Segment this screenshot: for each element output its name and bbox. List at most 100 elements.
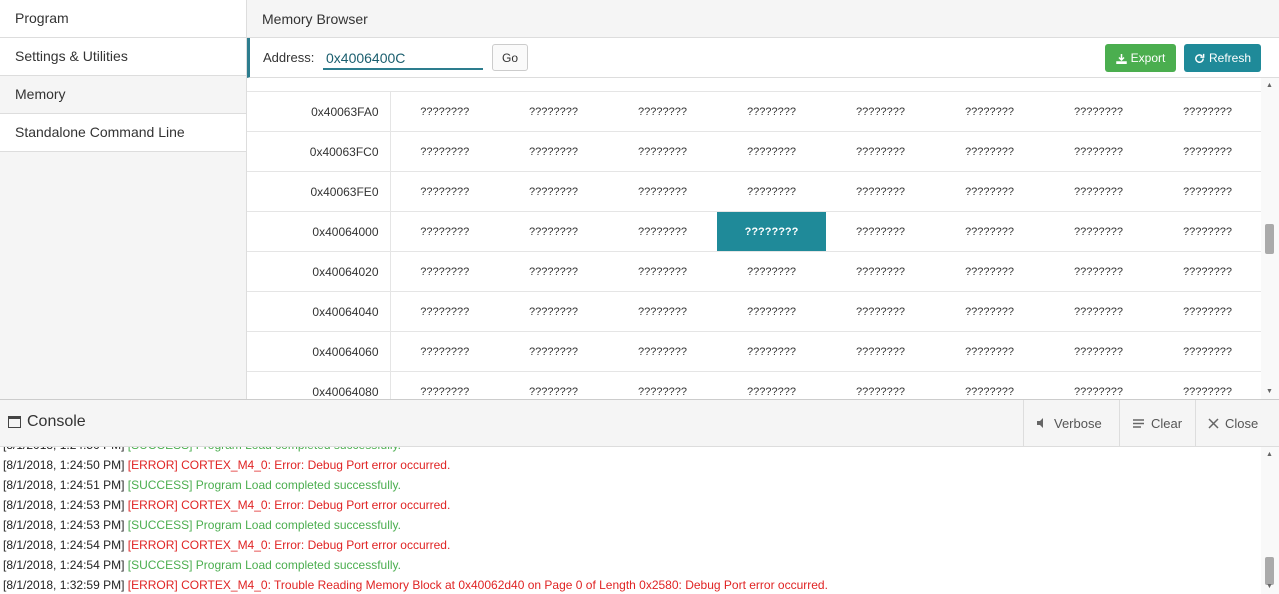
- memory-cell[interactable]: ????????: [935, 371, 1044, 399]
- verbose-label: Verbose: [1054, 415, 1102, 431]
- memory-cell[interactable]: ????????: [390, 331, 499, 372]
- memory-cell[interactable]: ????????: [1153, 211, 1262, 252]
- memory-cell[interactable]: ????????: [1153, 251, 1262, 292]
- memory-scrollbar[interactable]: ▲ ▼: [1261, 78, 1279, 399]
- memory-cell[interactable]: ????????: [826, 251, 935, 292]
- export-icon: [1115, 53, 1127, 64]
- memory-cell[interactable]: ????????: [390, 291, 499, 332]
- memory-cell[interactable]: ????????: [1044, 371, 1153, 399]
- memory-cell[interactable]: ????????: [499, 171, 608, 212]
- memory-cell[interactable]: ????????: [717, 91, 826, 132]
- memory-cell[interactable]: ????????: [1044, 171, 1153, 212]
- memory-cell[interactable]: ????????: [935, 291, 1044, 332]
- memory-cell[interactable]: ????????: [1044, 91, 1153, 132]
- memory-cell[interactable]: ????????: [1153, 331, 1262, 372]
- memory-cell[interactable]: ????????: [717, 131, 826, 172]
- memory-cell[interactable]: ????????: [1153, 171, 1262, 212]
- log-timestamp: [8/1/2018, 1:24:54 PM]: [3, 538, 125, 552]
- memory-cell[interactable]: ????????: [717, 211, 826, 252]
- log-message: [ERROR] CORTEX_M4_0: Error: Debug Port e…: [127, 458, 451, 472]
- log-message: [SUCCESS] Program Load completed success…: [128, 447, 401, 452]
- memory-cell[interactable]: ????????: [608, 171, 717, 212]
- console-scroll-thumb[interactable]: [1265, 557, 1274, 585]
- memory-browser-panel: Memory Browser Address: Go Export Refres…: [247, 0, 1279, 399]
- address-input[interactable]: [323, 48, 483, 70]
- memory-cell[interactable]: ????????: [935, 211, 1044, 252]
- memory-cell[interactable]: ????????: [826, 211, 935, 252]
- export-label: Export: [1130, 51, 1166, 65]
- memory-cell[interactable]: ????????: [1153, 131, 1262, 172]
- memory-cell[interactable]: ????????: [826, 131, 935, 172]
- memory-cell[interactable]: ????????: [499, 251, 608, 292]
- memory-cell[interactable]: ????????: [1044, 251, 1153, 292]
- sidebar-item-program[interactable]: Program: [0, 0, 246, 38]
- memory-cell[interactable]: ????????: [608, 251, 717, 292]
- refresh-button[interactable]: Refresh: [1184, 44, 1261, 72]
- close-button[interactable]: Close: [1195, 400, 1279, 446]
- memory-cell[interactable]: ????????: [499, 291, 608, 332]
- log-line: [8/1/2018, 1:24:50 PM] [SUCCESS] Program…: [3, 447, 828, 455]
- memory-cell[interactable]: ????????: [717, 171, 826, 212]
- memory-cell[interactable]: ????????: [499, 331, 608, 372]
- memory-cell[interactable]: ????????: [499, 91, 608, 132]
- memory-cell[interactable]: ????????: [1044, 331, 1153, 372]
- memory-cell[interactable]: ????????: [390, 251, 499, 292]
- memory-cell[interactable]: ????????: [935, 131, 1044, 172]
- memory-row: 0x40064000??????????????????????????????…: [247, 211, 1262, 252]
- sidebar-item-standalone-command-line[interactable]: Standalone Command Line: [0, 114, 246, 152]
- memory-cell[interactable]: ????????: [935, 251, 1044, 292]
- memory-toolbar: Address: Go Export Refresh: [247, 38, 1279, 78]
- sidebar-item-settings-utilities[interactable]: Settings & Utilities: [0, 38, 246, 76]
- console-header: Console Verbose Clear Close: [0, 400, 1279, 447]
- memory-cell[interactable]: ????????: [390, 131, 499, 172]
- memory-cell[interactable]: ????????: [717, 251, 826, 292]
- memory-cell[interactable]: ????????: [499, 131, 608, 172]
- memory-cell[interactable]: ????????: [717, 371, 826, 399]
- memory-cell[interactable]: ????????: [717, 331, 826, 372]
- memory-cell[interactable]: ????????: [826, 91, 935, 132]
- memory-cell[interactable]: ????????: [390, 211, 499, 252]
- memory-cell[interactable]: ????????: [1044, 131, 1153, 172]
- memory-cell[interactable]: ????????: [1153, 371, 1262, 399]
- memory-cell[interactable]: ????????: [826, 371, 935, 399]
- memory-cell[interactable]: ????????: [1153, 291, 1262, 332]
- memory-cell[interactable]: ????????: [1044, 291, 1153, 332]
- verbose-button[interactable]: Verbose: [1023, 400, 1119, 446]
- memory-cell[interactable]: ????????: [1044, 211, 1153, 252]
- clear-button[interactable]: Clear: [1119, 400, 1195, 446]
- memory-cell[interactable]: ????????: [608, 131, 717, 172]
- memory-cell[interactable]: ????????: [826, 331, 935, 372]
- memory-row: 0x40064040??????????????????????????????…: [247, 291, 1262, 332]
- memory-cell[interactable]: ????????: [826, 171, 935, 212]
- memory-cell[interactable]: ????????: [1153, 91, 1262, 132]
- sidebar-item-memory[interactable]: Memory: [0, 76, 246, 114]
- scroll-up-icon[interactable]: ▲: [1266, 82, 1273, 89]
- memory-cell[interactable]: ????????: [826, 291, 935, 332]
- console-scrollbar[interactable]: ▲ ▼: [1261, 447, 1279, 594]
- scroll-down-icon[interactable]: ▼: [1266, 583, 1273, 590]
- memory-cell[interactable]: ????????: [608, 91, 717, 132]
- go-button[interactable]: Go: [492, 44, 528, 71]
- memory-cell[interactable]: ????????: [390, 371, 499, 399]
- memory-cell[interactable]: ????????: [390, 91, 499, 132]
- memory-cell[interactable]: ????????: [608, 211, 717, 252]
- memory-cell[interactable]: ????????: [717, 291, 826, 332]
- export-button[interactable]: Export: [1105, 44, 1176, 72]
- memory-cell[interactable]: ????????: [390, 171, 499, 212]
- memory-cell[interactable]: ????????: [608, 331, 717, 372]
- memory-cell[interactable]: ????????: [499, 371, 608, 399]
- memory-cell[interactable]: ????????: [935, 331, 1044, 372]
- memory-cell[interactable]: ????????: [608, 371, 717, 399]
- memory-scroll-thumb[interactable]: [1265, 224, 1274, 254]
- memory-row-address: 0x40064060: [247, 331, 391, 372]
- scroll-down-icon[interactable]: ▼: [1266, 388, 1273, 395]
- log-timestamp: [8/1/2018, 1:24:54 PM]: [3, 558, 125, 572]
- memory-row: 0x40063FC0??????????????????????????????…: [247, 131, 1262, 172]
- log-line: [8/1/2018, 1:24:54 PM] [SUCCESS] Program…: [3, 555, 828, 575]
- memory-cell[interactable]: ????????: [608, 291, 717, 332]
- memory-cell[interactable]: ????????: [935, 171, 1044, 212]
- log-timestamp: [8/1/2018, 1:24:50 PM]: [3, 447, 124, 452]
- memory-cell[interactable]: ????????: [935, 91, 1044, 132]
- scroll-up-icon[interactable]: ▲: [1266, 451, 1273, 458]
- memory-cell[interactable]: ????????: [499, 211, 608, 252]
